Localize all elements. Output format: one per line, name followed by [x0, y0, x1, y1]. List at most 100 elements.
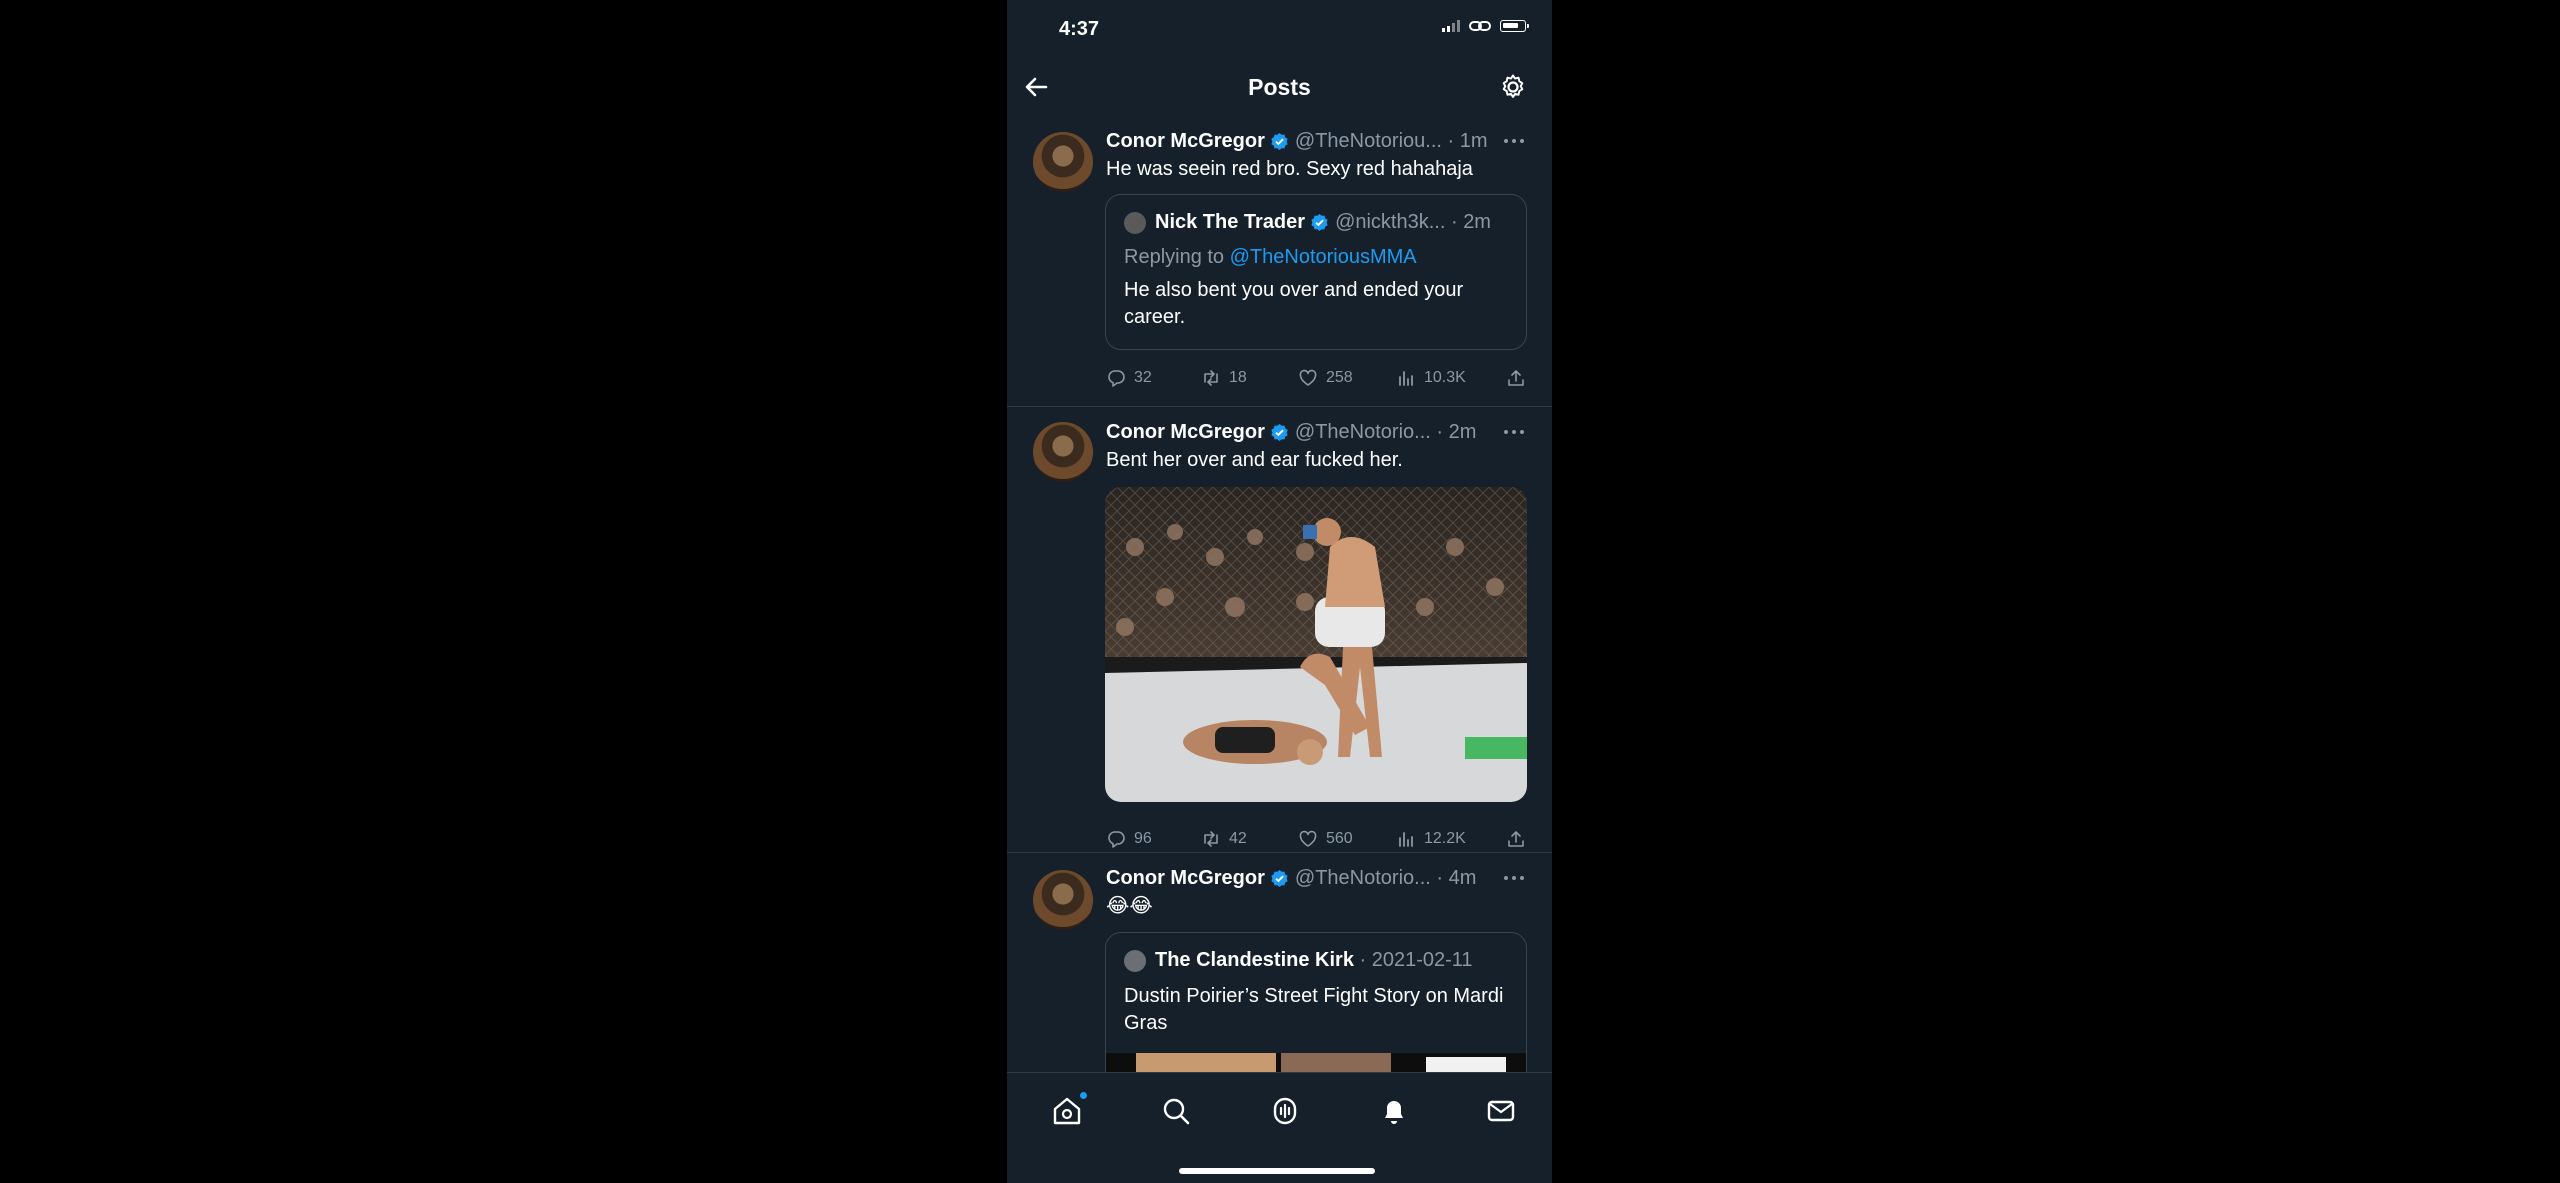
author-handle[interactable]: @TheNotorio...	[1295, 867, 1431, 890]
separator-dot: ·	[1441, 129, 1460, 152]
like-count: 258	[1326, 369, 1353, 386]
bottom-tab-bar	[1007, 1072, 1552, 1183]
tweet-time: 4m	[1448, 866, 1477, 889]
phone-screen: 4:37 Posts Conor McGregor @TheNotoriou..…	[1007, 0, 1552, 1183]
reply-count: 96	[1134, 830, 1152, 847]
verified-badge-icon	[1271, 869, 1288, 887]
signal-icon	[1442, 20, 1460, 32]
quote-author-handle: @nickth3k...	[1335, 211, 1446, 233]
tweet-time: 1m	[1459, 129, 1488, 152]
battery-icon	[1500, 20, 1529, 32]
quote-text: Dustin Poirier’s Street Fight Story on M…	[1124, 985, 1504, 1034]
verified-badge-icon	[1271, 423, 1288, 441]
tab-messages[interactable]	[1483, 1093, 1519, 1129]
view-count: 12.2K	[1424, 830, 1466, 847]
header-bar: Posts	[1007, 62, 1552, 112]
tweet[interactable]: Conor McGregor @TheNotoriou... · 1m He w…	[1007, 112, 1552, 407]
share-button[interactable]	[1506, 368, 1526, 388]
quote-text: He also bent you over and ended your car…	[1124, 279, 1464, 328]
separator-dot: ·	[1353, 949, 1372, 971]
page-title: Posts	[1248, 74, 1311, 100]
share-icon	[1508, 831, 1524, 847]
avatar[interactable]	[1033, 422, 1093, 482]
quoted-tweet[interactable]: The Clandestine Kirk · 2021-02-11 Dustin…	[1105, 932, 1527, 1092]
retweet-count: 18	[1229, 369, 1247, 386]
separator-dot: ·	[1430, 866, 1449, 889]
retweet-icon	[1204, 831, 1218, 847]
author-handle[interactable]: @TheNotoriou...	[1295, 130, 1442, 153]
status-time: 4:37	[1059, 18, 1100, 40]
quote-header: The Clandestine Kirk · 2021-02-11	[1124, 949, 1473, 972]
views-button[interactable]: 12.2K	[1396, 829, 1506, 849]
quote-author-name: Nick The Trader	[1155, 211, 1306, 233]
more-options-icon[interactable]	[1504, 139, 1526, 145]
verified-badge-icon	[1271, 132, 1288, 150]
mention-link[interactable]: @TheNotoriousMMA	[1230, 246, 1417, 268]
link-icon	[1469, 21, 1491, 31]
more-options-icon[interactable]	[1504, 430, 1526, 436]
replying-to: Replying to @TheNotoriousMMA	[1124, 246, 1417, 269]
verified-badge-icon	[1311, 213, 1328, 232]
tweet-header: Conor McGregor @TheNotorio... · 2m	[1106, 419, 1476, 445]
tweet-header: Conor McGregor @TheNotoriou... · 1m	[1106, 128, 1488, 154]
tab-home[interactable]	[1049, 1092, 1087, 1129]
retweet-count: 42	[1229, 830, 1247, 847]
separator-dot: ·	[1445, 211, 1464, 233]
spaces-icon	[1273, 1097, 1297, 1125]
heart-icon	[1299, 830, 1317, 847]
retweet-icon	[1204, 370, 1218, 386]
notification-dot	[1080, 1092, 1087, 1099]
like-button[interactable]: 258	[1298, 368, 1396, 388]
quoted-tweet[interactable]: Nick The Trader @nickth3k... · 2m Replyi…	[1105, 194, 1527, 350]
author-name[interactable]: Conor McGregor	[1106, 421, 1265, 444]
avatar[interactable]	[1033, 870, 1093, 930]
like-button[interactable]: 560	[1298, 829, 1396, 849]
quote-avatar	[1124, 211, 1146, 234]
bar-chart-icon	[1399, 832, 1413, 847]
tweet-actions: 96 42 560 12.2K	[1106, 827, 1536, 851]
separator-dot: ·	[1430, 420, 1449, 443]
home-indicator[interactable]	[1179, 1168, 1375, 1174]
tab-search[interactable]	[1158, 1093, 1194, 1129]
author-handle[interactable]: @TheNotorio...	[1295, 421, 1431, 444]
tweet[interactable]: Conor McGregor @TheNotorio... · 2m Bent …	[1007, 406, 1552, 853]
tweet-header: Conor McGregor @TheNotorio... · 4m	[1106, 865, 1476, 891]
tweet-text: 😂😂	[1106, 895, 1153, 917]
heart-icon	[1299, 369, 1317, 386]
avatar[interactable]	[1033, 132, 1093, 192]
more-options-icon[interactable]	[1504, 876, 1526, 882]
author-name[interactable]: Conor McGregor	[1106, 130, 1265, 153]
reply-count: 32	[1134, 369, 1152, 386]
reply-button[interactable]: 96	[1106, 829, 1201, 849]
tab-notifications[interactable]	[1376, 1093, 1412, 1129]
views-button[interactable]: 10.3K	[1396, 368, 1506, 388]
retweet-button[interactable]: 18	[1201, 368, 1298, 388]
share-button[interactable]	[1506, 829, 1526, 849]
quote-time: 2021-02-11	[1371, 949, 1473, 971]
search-icon	[1163, 1098, 1190, 1125]
tab-spaces[interactable]	[1267, 1093, 1303, 1129]
quote-avatar	[1124, 949, 1146, 972]
replying-prefix: Replying to	[1124, 246, 1225, 268]
reply-icon	[1108, 831, 1125, 848]
quote-header: Nick The Trader @nickth3k... · 2m	[1124, 211, 1491, 234]
tweet-text: Bent her over and ear fucked her.	[1106, 449, 1403, 471]
like-count: 560	[1326, 830, 1353, 847]
reply-icon	[1108, 370, 1125, 387]
reply-button[interactable]: 32	[1106, 368, 1201, 388]
quote-time: 2m	[1463, 211, 1491, 233]
tweet-actions: 32 18 258 10.3K	[1106, 366, 1536, 390]
bell-icon	[1385, 1101, 1403, 1124]
tweet-image[interactable]	[1105, 487, 1527, 802]
retweet-button[interactable]: 42	[1201, 829, 1298, 849]
author-name[interactable]: Conor McGregor	[1106, 867, 1265, 890]
view-count: 10.3K	[1424, 369, 1466, 386]
tweet-text: He was seein red bro. Sexy red hahahaja	[1106, 158, 1473, 180]
tweet[interactable]: Conor McGregor @TheNotorio... · 4m 😂😂 Th…	[1007, 852, 1552, 1092]
mail-icon	[1487, 1100, 1515, 1122]
gear-icon[interactable]	[1498, 72, 1528, 102]
home-icon	[1053, 1097, 1081, 1125]
bar-chart-icon	[1399, 371, 1413, 386]
mma-fight-photo	[1105, 487, 1527, 802]
tweet-time: 2m	[1448, 420, 1477, 443]
